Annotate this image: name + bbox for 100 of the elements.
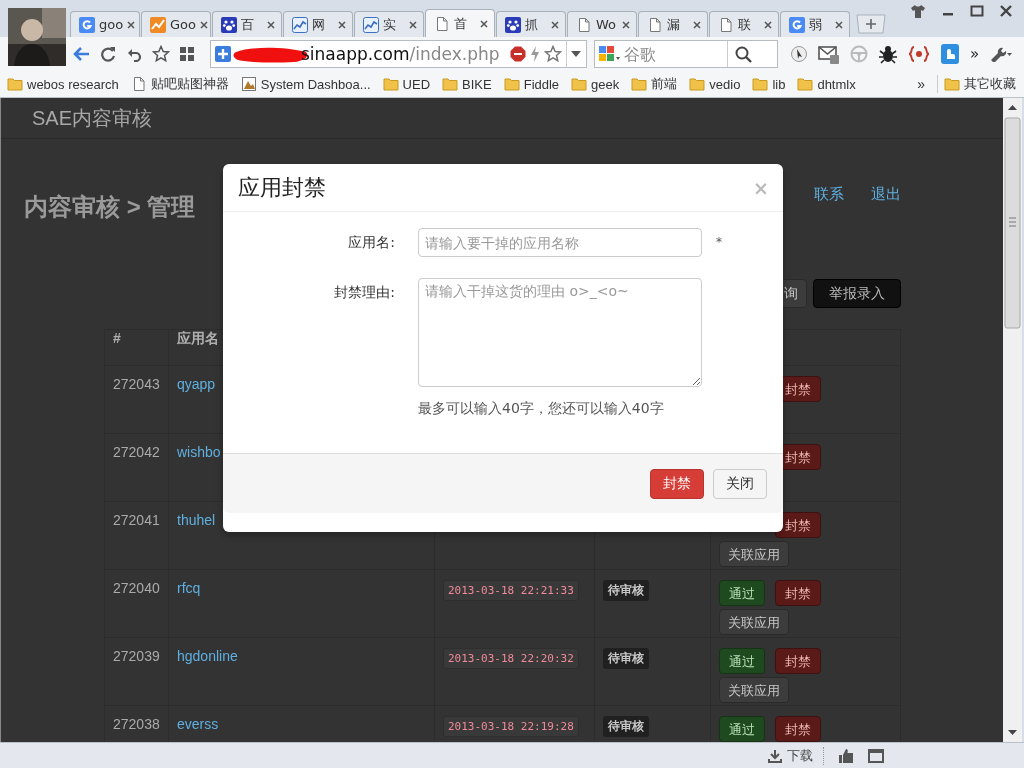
reload-icon[interactable] [100,46,116,62]
maximize-icon[interactable] [970,5,984,17]
bookmark-item[interactable]: System Dashboa... [240,76,371,92]
app-link[interactable]: rfcq [177,580,201,596]
close-icon[interactable] [693,20,701,29]
braces-icon[interactable] [908,45,930,63]
approve-button[interactable]: 通过 [719,580,765,606]
bookmark-item[interactable]: lib [752,76,786,92]
ban-button[interactable]: 封禁 [775,648,821,674]
bookmark-item[interactable]: UED [382,76,431,92]
close-icon[interactable] [764,20,772,29]
address-bar[interactable]: sinaapp.com/index.php [210,40,587,68]
page-icon [576,16,592,33]
shirt-icon[interactable] [910,4,926,18]
close-icon[interactable] [1000,5,1012,17]
line-chart-icon [150,16,166,33]
approve-button[interactable]: 通过 [719,648,765,674]
related-apps-button[interactable]: 关联应用 [719,609,789,635]
browser-tab[interactable]: Wo [567,11,637,37]
timestamp: 2013-03-18 22:19:28 [443,716,579,737]
search-field[interactable]: 谷歌 [624,44,724,64]
nav-link[interactable]: 联系 [814,185,844,204]
cursor-circle-icon[interactable] [790,45,808,63]
bookmark-item[interactable]: geek [571,76,620,92]
paw-icon [221,16,237,33]
window-icon[interactable] [868,748,884,763]
close-icon[interactable] [127,20,136,29]
table-cell: 272041 [104,501,169,570]
browser-tab[interactable]: 联 [709,11,779,37]
close-button[interactable]: 关闭 [713,468,767,499]
browser-tab[interactable]: 抓 [496,11,566,37]
downloads-button[interactable]: 下载 [768,746,824,765]
close-icon[interactable] [551,20,559,29]
close-icon[interactable] [480,19,488,28]
close-icon[interactable] [338,20,346,29]
field-label: 封禁理由: [333,283,395,302]
hand-icon[interactable] [940,43,960,65]
wrench-icon[interactable] [989,46,1014,62]
search-box[interactable]: 谷歌 [594,40,778,68]
status-badge: 待审核 [603,716,649,737]
browser-tab[interactable]: goo [70,11,140,37]
more-bookmarks[interactable]: » [917,76,925,92]
page-icon [647,16,663,33]
more-extensions[interactable]: » [970,45,980,63]
ban-button[interactable]: 封禁 [650,468,704,499]
mail-icon[interactable] [818,44,840,64]
page-icon [718,16,734,33]
bookmark-item[interactable]: 其它收藏 [937,75,1016,93]
brand-title[interactable]: SAE内容审核 [32,104,153,132]
nav-link[interactable]: 退出 [871,185,901,204]
close-icon[interactable] [409,20,417,29]
url-text: sinaapp.com/index.php [301,44,501,64]
colorful-tile-icon[interactable] [599,46,621,62]
approve-button[interactable]: 通过 [719,716,765,742]
ban-button[interactable]: 封禁 [775,580,821,606]
app-link[interactable]: hgdonline [177,648,238,664]
table-cell: 272042 [104,433,169,502]
app-link[interactable]: qyapp [177,376,216,392]
browser-tab[interactable]: 百 [212,11,282,37]
bookmark-item[interactable]: dhtmlx [797,76,856,92]
tile-icon [789,16,805,33]
vertical-scrollbar[interactable] [1003,98,1022,742]
browser-tab[interactable]: 弱 [780,11,850,37]
bookmark-item[interactable]: BIKE [442,76,492,92]
browser-tab[interactable]: 首 [425,9,495,37]
related-apps-button[interactable]: 关联应用 [719,541,789,567]
app-link[interactable]: everss [177,716,219,732]
star-icon[interactable] [152,45,170,63]
bookmark-item[interactable]: vedio [689,76,741,92]
bug-icon[interactable] [878,44,898,64]
browser-tab[interactable]: Goo [141,11,211,37]
back-icon[interactable] [72,46,90,62]
app-link[interactable]: wishbo [177,444,221,460]
line-chart-icon [292,16,308,33]
close-icon[interactable] [200,20,208,29]
report-button[interactable]: 举报录入 [813,279,901,308]
close-icon[interactable] [835,20,843,29]
folder-icon [752,76,769,92]
stop-sign-icon[interactable] [510,46,526,62]
browser-tab[interactable]: 漏 [638,11,708,37]
bookmark-item[interactable]: Fiddle [503,76,560,92]
bookmark-item[interactable]: webos research [7,76,119,92]
reason-field[interactable]: 请输入干掉这货的理由 o>_<o~ [418,278,702,387]
browser-tab[interactable]: 实 [354,11,424,37]
close-icon[interactable] [267,20,275,29]
related-apps-button[interactable]: 关联应用 [719,677,789,703]
bookmark-item[interactable]: 贴吧贴图神器 [130,75,229,93]
ban-button[interactable]: 封禁 [775,716,821,742]
app-name-field[interactable]: 请输入要干掉的应用名称 [418,228,702,257]
close-icon[interactable] [622,20,630,29]
new-tab-icon[interactable] [855,14,887,34]
app-link[interactable]: thuhel [177,512,216,528]
star-icon[interactable] [544,45,562,63]
table-cell: 272040 [104,569,169,638]
bookmark-item[interactable]: 前端 [631,75,678,93]
apps-icon[interactable] [180,47,194,61]
table-cell: 272039 [104,637,169,706]
thumbs-up-icon[interactable] [838,747,854,764]
browser-tab[interactable]: 网 [283,11,353,37]
lightning-icon[interactable] [530,46,540,62]
